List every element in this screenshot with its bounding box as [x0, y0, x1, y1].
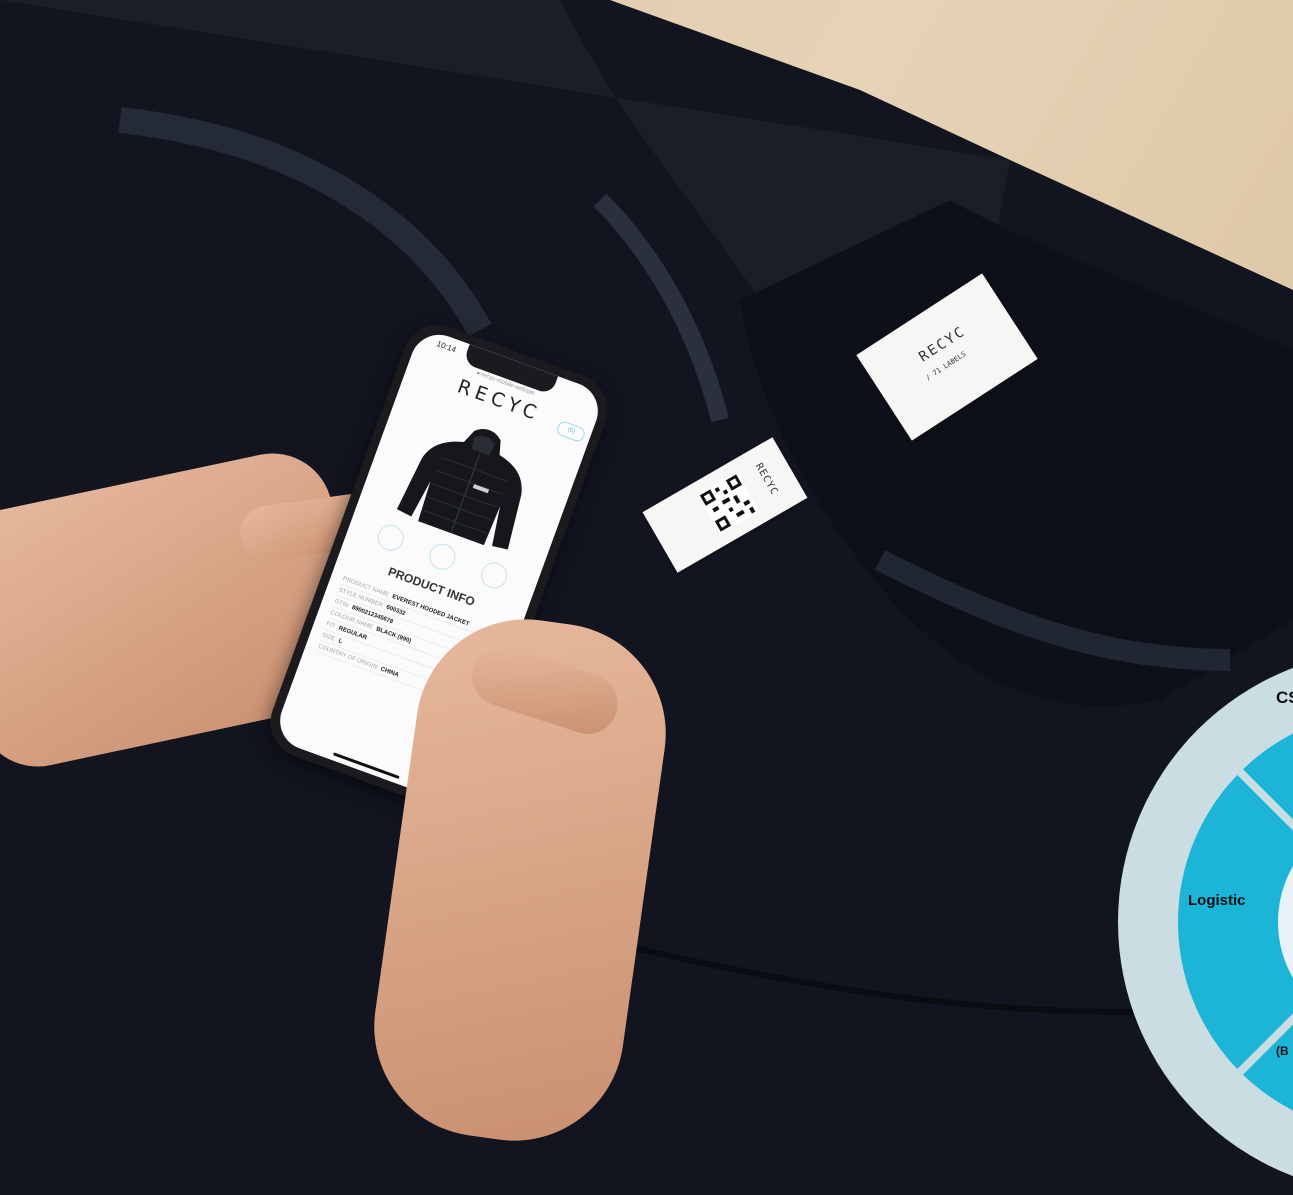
circular-diagram [1118, 667, 1293, 1177]
status-time: 10:14 [435, 339, 458, 355]
feature-icon-2[interactable] [425, 539, 460, 574]
diagram-label-left: Logistic [1188, 892, 1246, 909]
jacket-product-image [396, 428, 522, 550]
feature-icon-1[interactable] [374, 521, 408, 555]
feature-icon-3[interactable] [477, 558, 511, 593]
qr-label-brand: RECYC [752, 461, 780, 498]
photo-scene: RECYC / 71 LABELS RECYC 10:14 ● recyc-mo… [0, 0, 1293, 1195]
diagram-label-top: CS [1276, 688, 1293, 707]
diagram-label-bottom: (B [1276, 1044, 1289, 1058]
qr-code-icon [697, 471, 760, 535]
